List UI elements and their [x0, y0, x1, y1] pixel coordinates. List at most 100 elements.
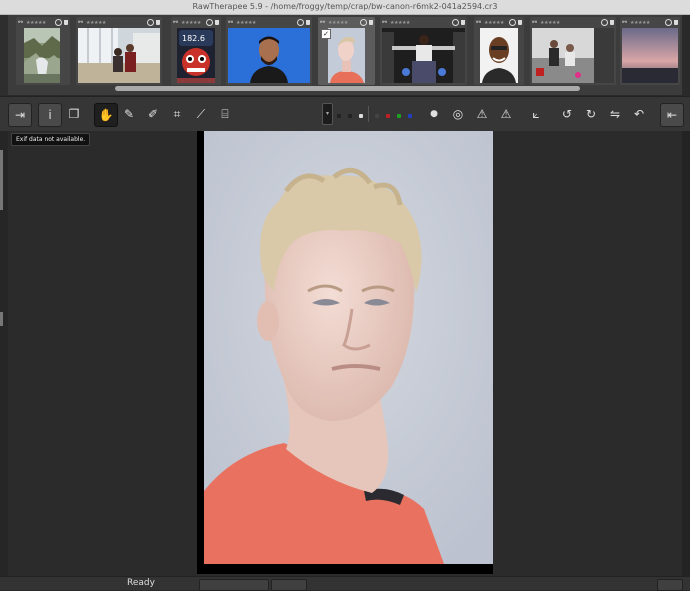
crop-icon[interactable]: ⌗ — [166, 103, 188, 125]
thumb-image[interactable] — [24, 28, 60, 83]
reset-icon[interactable]: ↶ — [628, 103, 650, 125]
trash-icon[interactable] — [518, 20, 522, 25]
white-balance-icon[interactable]: ✐ — [142, 103, 164, 125]
hand-tool-icon[interactable]: ✋ — [94, 103, 118, 127]
histogram-icon[interactable]: ⟀ — [525, 103, 547, 125]
trash-icon[interactable] — [215, 20, 219, 25]
trash-icon[interactable] — [674, 20, 678, 25]
status-button[interactable] — [657, 579, 683, 591]
link-icon[interactable]: ⚯ — [78, 19, 84, 26]
preview-image[interactable] — [204, 131, 493, 564]
thumb-image[interactable] — [328, 28, 365, 83]
color-picker-icon[interactable]: ✎ — [118, 103, 140, 125]
rating-stars[interactable]: ★★★★★ — [630, 20, 664, 26]
status-bar — [0, 576, 690, 590]
status-field[interactable] — [271, 579, 307, 591]
thumb-header: ⚯ ★★★★★ — [173, 18, 219, 27]
status-field[interactable] — [199, 579, 269, 591]
rating-stars[interactable]: ★★★★★ — [236, 20, 296, 26]
color-label-icon[interactable] — [206, 19, 213, 26]
color-label-icon[interactable] — [452, 19, 459, 26]
preview-mode-dropdown[interactable]: ▾ — [322, 103, 333, 125]
color-label-icon[interactable] — [297, 19, 304, 26]
rating-stars[interactable]: ★★★★★ — [328, 20, 359, 26]
right-panel-edge — [682, 131, 690, 576]
filmstrip-thumb[interactable]: ⚯ ★★★★★ — [380, 17, 467, 85]
left-panel-handle[interactable] — [0, 312, 3, 326]
filmstrip-left-edge — [0, 15, 8, 95]
left-panel-handle[interactable] — [0, 150, 3, 210]
filmstrip-scrollbar[interactable] — [115, 86, 580, 91]
rating-stars[interactable]: ★★★★★ — [390, 20, 451, 26]
channel-dot[interactable] — [386, 114, 390, 118]
link-icon[interactable]: ⚯ — [228, 19, 234, 26]
color-label-icon[interactable] — [55, 19, 62, 26]
trash-icon[interactable] — [64, 20, 68, 25]
color-label-icon[interactable] — [601, 19, 608, 26]
filmstrip-thumb[interactable]: ⚯ ★★★★★ — [226, 17, 312, 85]
shadow-clipping-warning-icon[interactable]: ⚠ — [471, 103, 493, 125]
collapse-left-panel-icon[interactable]: ⇥ — [8, 103, 32, 127]
collapse-right-panel-icon[interactable]: ⇤ — [660, 103, 684, 127]
trash-icon[interactable] — [156, 20, 160, 25]
filmstrip-thumb[interactable]: ⚯ ★★★★★ — [76, 17, 162, 85]
color-label-icon[interactable] — [147, 19, 154, 26]
rotate-right-icon[interactable]: ↻ — [580, 103, 602, 125]
channel-dot[interactable] — [348, 114, 352, 118]
thumb-image[interactable] — [532, 28, 614, 83]
highlight-clipping-warning-icon[interactable]: ⚠ — [495, 103, 517, 125]
filmstrip-thumb[interactable]: ⚯ ★★★★★ — [620, 17, 680, 85]
filmstrip-thumb[interactable]: ⚯ ★★★★★ — [16, 17, 70, 85]
channel-dot[interactable] — [408, 114, 412, 118]
trash-icon[interactable] — [461, 20, 465, 25]
thumb-image[interactable] — [382, 28, 465, 83]
color-label-icon[interactable] — [509, 19, 516, 26]
channel-dot[interactable] — [397, 114, 401, 118]
thumb-header: ⚯ ★★★★★ — [78, 18, 160, 27]
status-icon[interactable] — [16, 581, 25, 589]
focus-mask-icon[interactable]: ● — [423, 103, 445, 125]
link-icon[interactable]: ⚯ — [622, 19, 628, 26]
filmstrip-thumb[interactable]: ⚯ ★★★★★ 182.6 — [171, 17, 221, 85]
filmstrip[interactable]: ⚯ ★★★★★ ⚯ ★★★★★ ⚯ ★★★★★ 182.6 ⚯ ★★★★★ ⚯ … — [8, 15, 682, 95]
link-icon[interactable]: ⚯ — [382, 19, 388, 26]
rating-stars[interactable]: ★★★★★ — [181, 20, 205, 26]
rotate-left-icon[interactable]: ↺ — [556, 103, 578, 125]
selected-checkbox[interactable]: ✓ — [321, 29, 331, 39]
filmstrip-thumb[interactable]: ⚯ ★★★★★ — [474, 17, 524, 85]
trash-icon[interactable] — [369, 20, 373, 25]
channel-dot[interactable] — [337, 114, 341, 118]
filmstrip-thumb[interactable]: ⚯ ★★★★★ — [530, 17, 616, 85]
straighten-icon[interactable]: ⟋ — [190, 103, 212, 125]
color-label-icon[interactable] — [360, 19, 367, 26]
perspective-icon[interactable]: ⌸ — [214, 103, 236, 125]
thumb-header: ⚯ ★★★★★ — [320, 18, 373, 27]
filmstrip-thumb-selected[interactable]: ⚯ ★★★★★ ✓ — [318, 17, 375, 85]
thumb-image[interactable] — [78, 28, 160, 83]
channel-dot[interactable] — [359, 114, 363, 118]
link-icon[interactable]: ⚯ — [476, 19, 482, 26]
thumb-header: ⚯ ★★★★★ — [18, 18, 68, 27]
trash-icon[interactable] — [306, 20, 310, 25]
rating-stars[interactable]: ★★★★★ — [86, 20, 146, 26]
rating-stars[interactable]: ★★★★★ — [540, 20, 600, 26]
thumb-image[interactable] — [228, 28, 310, 83]
rating-stars[interactable]: ★★★★★ — [484, 20, 508, 26]
separator — [368, 106, 369, 122]
rating-stars[interactable]: ★★★★★ — [26, 20, 54, 26]
link-icon[interactable]: ⚯ — [320, 19, 326, 26]
thumb-image[interactable] — [622, 28, 678, 83]
link-icon[interactable]: ⚯ — [532, 19, 538, 26]
false-color-icon[interactable]: ◎ — [447, 103, 469, 125]
thumb-header: ⚯ ★★★★★ — [228, 18, 310, 27]
trash-icon[interactable] — [610, 20, 614, 25]
info-icon[interactable]: i — [38, 103, 62, 127]
link-icon[interactable]: ⚯ — [18, 19, 24, 26]
flip-icon[interactable]: ⇋ — [604, 103, 626, 125]
channel-dot[interactable] — [375, 114, 379, 118]
color-label-icon[interactable] — [665, 19, 672, 26]
thumb-image[interactable]: 182.6 — [177, 28, 215, 83]
link-icon[interactable]: ⚯ — [173, 19, 179, 26]
thumb-image[interactable] — [480, 28, 518, 83]
before-after-icon[interactable]: ❐ — [63, 103, 85, 125]
